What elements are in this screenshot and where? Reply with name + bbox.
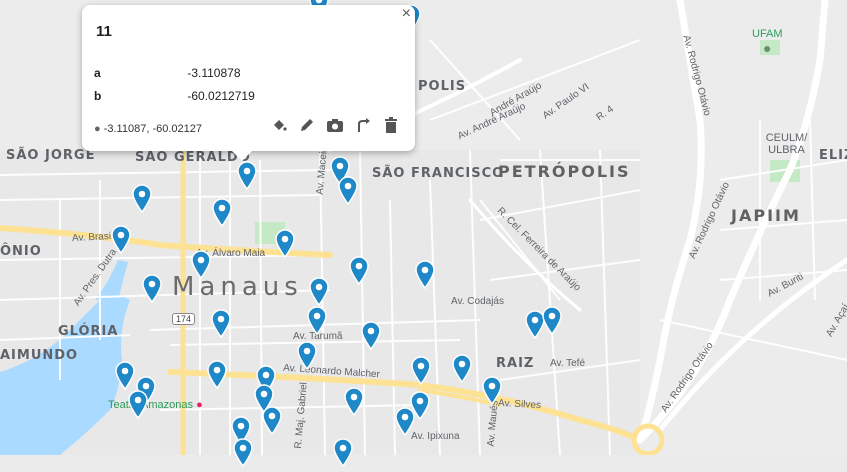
poi-ufam[interactable]: UFAM ● bbox=[752, 28, 783, 56]
poi-ceulm[interactable]: CEULM/ ULBRA bbox=[764, 132, 809, 156]
field-value: -3.110878 bbox=[187, 66, 241, 80]
field-key: b bbox=[94, 89, 102, 103]
map-marker[interactable] bbox=[232, 437, 254, 468]
street-av-codajas: Av. Codajás bbox=[451, 296, 504, 307]
street-av-ipixuna: Av. Ipixuna bbox=[411, 431, 460, 442]
map-marker[interactable] bbox=[481, 375, 503, 406]
neighborhood-sao-francisco: SÃO FRANCISCO bbox=[372, 166, 505, 181]
map-marker[interactable] bbox=[131, 183, 153, 214]
map-marker[interactable] bbox=[210, 308, 232, 339]
trash-icon[interactable] bbox=[381, 115, 401, 135]
popup-toolbar bbox=[269, 115, 401, 135]
map-marker[interactable] bbox=[394, 406, 416, 437]
map-marker[interactable] bbox=[348, 255, 370, 286]
neighborhood-antonio: ÔNIO bbox=[0, 244, 42, 259]
field-row-b: b -60.0212719 bbox=[94, 89, 255, 103]
neighborhood-petropolis-partial: POLIS bbox=[418, 79, 467, 94]
map-marker[interactable] bbox=[190, 249, 212, 280]
field-row-a: a -3.110878 bbox=[94, 66, 241, 80]
map-marker[interactable] bbox=[206, 359, 228, 390]
popup-title: 11 bbox=[96, 23, 112, 40]
map-marker[interactable] bbox=[308, 276, 330, 307]
landmark-icon: ● bbox=[196, 399, 203, 411]
neighborhood-japiim: JAPIIM bbox=[731, 206, 801, 225]
map-marker[interactable] bbox=[236, 160, 258, 191]
map-marker[interactable] bbox=[343, 386, 365, 417]
map-marker[interactable] bbox=[110, 224, 132, 255]
school-icon: ● bbox=[763, 40, 772, 56]
close-icon[interactable]: × bbox=[402, 5, 411, 23]
route-icon[interactable] bbox=[353, 115, 373, 135]
map-marker[interactable] bbox=[414, 259, 436, 290]
map-marker[interactable] bbox=[211, 197, 233, 228]
map-marker[interactable] bbox=[360, 320, 382, 351]
map-marker[interactable] bbox=[114, 360, 136, 391]
map-marker[interactable] bbox=[127, 389, 149, 420]
neighborhood-raiz: RAIZ bbox=[496, 356, 535, 371]
field-key: a bbox=[94, 66, 101, 80]
neighborhood-raimundo: AIMUNDO bbox=[0, 348, 79, 363]
info-popup: 11 × a -3.110878 b -60.0212719 ● -3.1108… bbox=[82, 5, 415, 161]
map-marker[interactable] bbox=[410, 355, 432, 386]
pencil-icon[interactable] bbox=[297, 115, 317, 135]
street-av-tefe: Av. Tefé bbox=[550, 358, 586, 369]
neighborhood-gloria: GLÓRIA bbox=[58, 324, 119, 339]
paint-bucket-icon[interactable] bbox=[269, 115, 289, 135]
neighborhood-eliz: ELIZ bbox=[819, 148, 847, 163]
map-marker[interactable] bbox=[337, 175, 359, 206]
map-marker[interactable] bbox=[274, 228, 296, 259]
map-marker[interactable] bbox=[451, 353, 473, 384]
map-marker[interactable] bbox=[261, 405, 283, 436]
map-marker[interactable] bbox=[296, 340, 318, 371]
map-marker[interactable] bbox=[306, 305, 328, 336]
field-value: -60.0212719 bbox=[187, 89, 255, 103]
neighborhood-petropolis: PETRÓPOLIS bbox=[498, 162, 631, 181]
map-marker[interactable] bbox=[141, 273, 163, 304]
pin-icon: ● bbox=[94, 123, 101, 135]
coordinates-line: ● -3.11087, -60.02127 bbox=[94, 123, 202, 135]
street-av-brasil: Av. Brasil bbox=[71, 230, 114, 245]
map-marker[interactable] bbox=[332, 437, 354, 468]
map-marker[interactable] bbox=[541, 305, 563, 336]
street-av-silves: Av. Silves bbox=[497, 397, 542, 412]
route-shield: 174 bbox=[172, 313, 196, 325]
neighborhood-sao-jorge: SÃO JORGE bbox=[6, 148, 96, 163]
camera-icon[interactable] bbox=[325, 115, 345, 135]
coordinates-text: -3.11087, -60.02127 bbox=[103, 123, 202, 135]
